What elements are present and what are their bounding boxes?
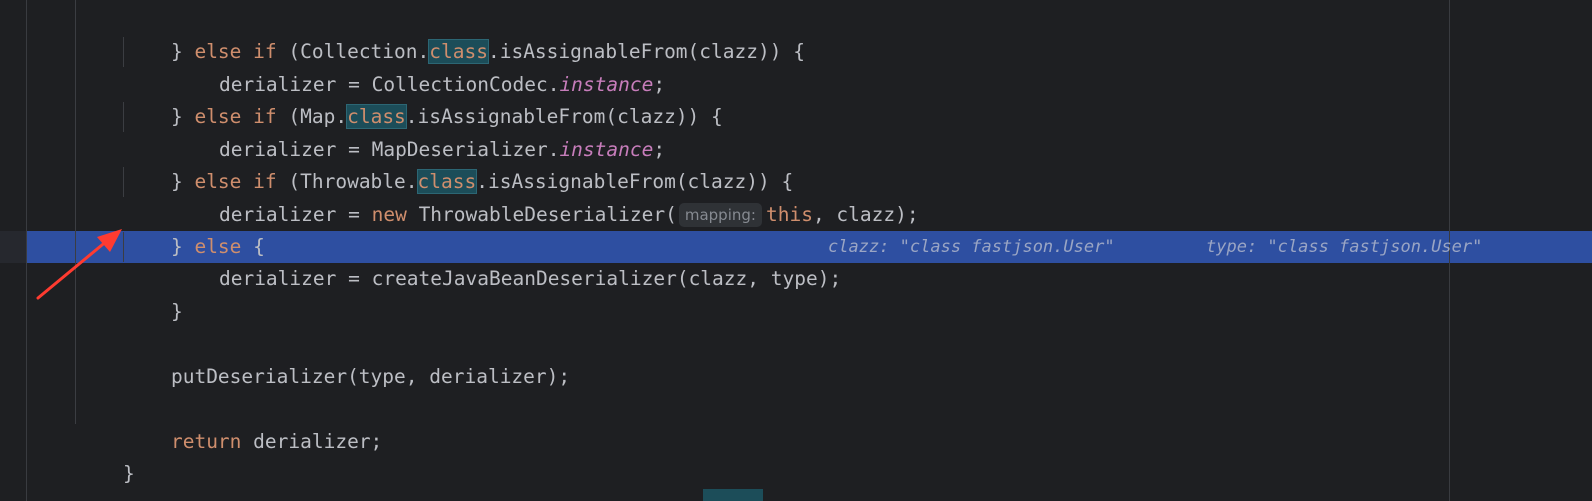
code-line-6[interactable]: derializer = new ThrowableDeserializer(m… — [172, 167, 919, 227]
code-text: derializer; — [241, 430, 383, 453]
keyword-return: return — [170, 430, 242, 453]
code-text: , clazz); — [812, 203, 919, 226]
code-line-2[interactable]: derializer = CollectionCodec.instance; — [172, 37, 665, 96]
red-arrow-annotation-icon — [36, 229, 122, 300]
code-editor[interactable]: } else if (Collection.class.isAssignable… — [0, 0, 1592, 501]
code-line-1[interactable]: } else if (Collection.class.isAssignable… — [124, 4, 805, 64]
scroll-highlight-marker — [703, 489, 763, 501]
debug-inline-value-clazz: clazz: "class fastjson.User" — [828, 237, 1115, 257]
code-text: putDeserializer(type, derializer); — [170, 365, 571, 388]
code-text: derializer = createJavaBeanDeserializer(… — [218, 267, 842, 290]
code-line-3[interactable]: } else if (Map.class.isAssignableFrom(cl… — [124, 69, 723, 129]
keyword-this: this — [765, 203, 813, 226]
code-line-11[interactable]: return derializer; — [124, 394, 382, 453]
code-text: ThrowableDeserializer( — [406, 203, 677, 226]
parameter-name-hint: mapping: — [678, 203, 762, 227]
code-line-8-current[interactable]: derializer = createJavaBeanDeserializer(… — [172, 231, 841, 290]
brace-close: } — [122, 462, 135, 485]
code-line-12[interactable]: } — [76, 426, 135, 485]
code-line-10[interactable]: putDeserializer(type, derializer); — [124, 329, 570, 388]
keyword-new: new — [371, 203, 407, 226]
code-line-4[interactable]: derializer = MapDeserializer.instance; — [172, 102, 665, 161]
debug-inline-value-type: type: "class fastjson.User" — [1206, 237, 1483, 257]
code-line-5[interactable]: } else if (Throwable.class.isAssignableF… — [124, 134, 793, 194]
